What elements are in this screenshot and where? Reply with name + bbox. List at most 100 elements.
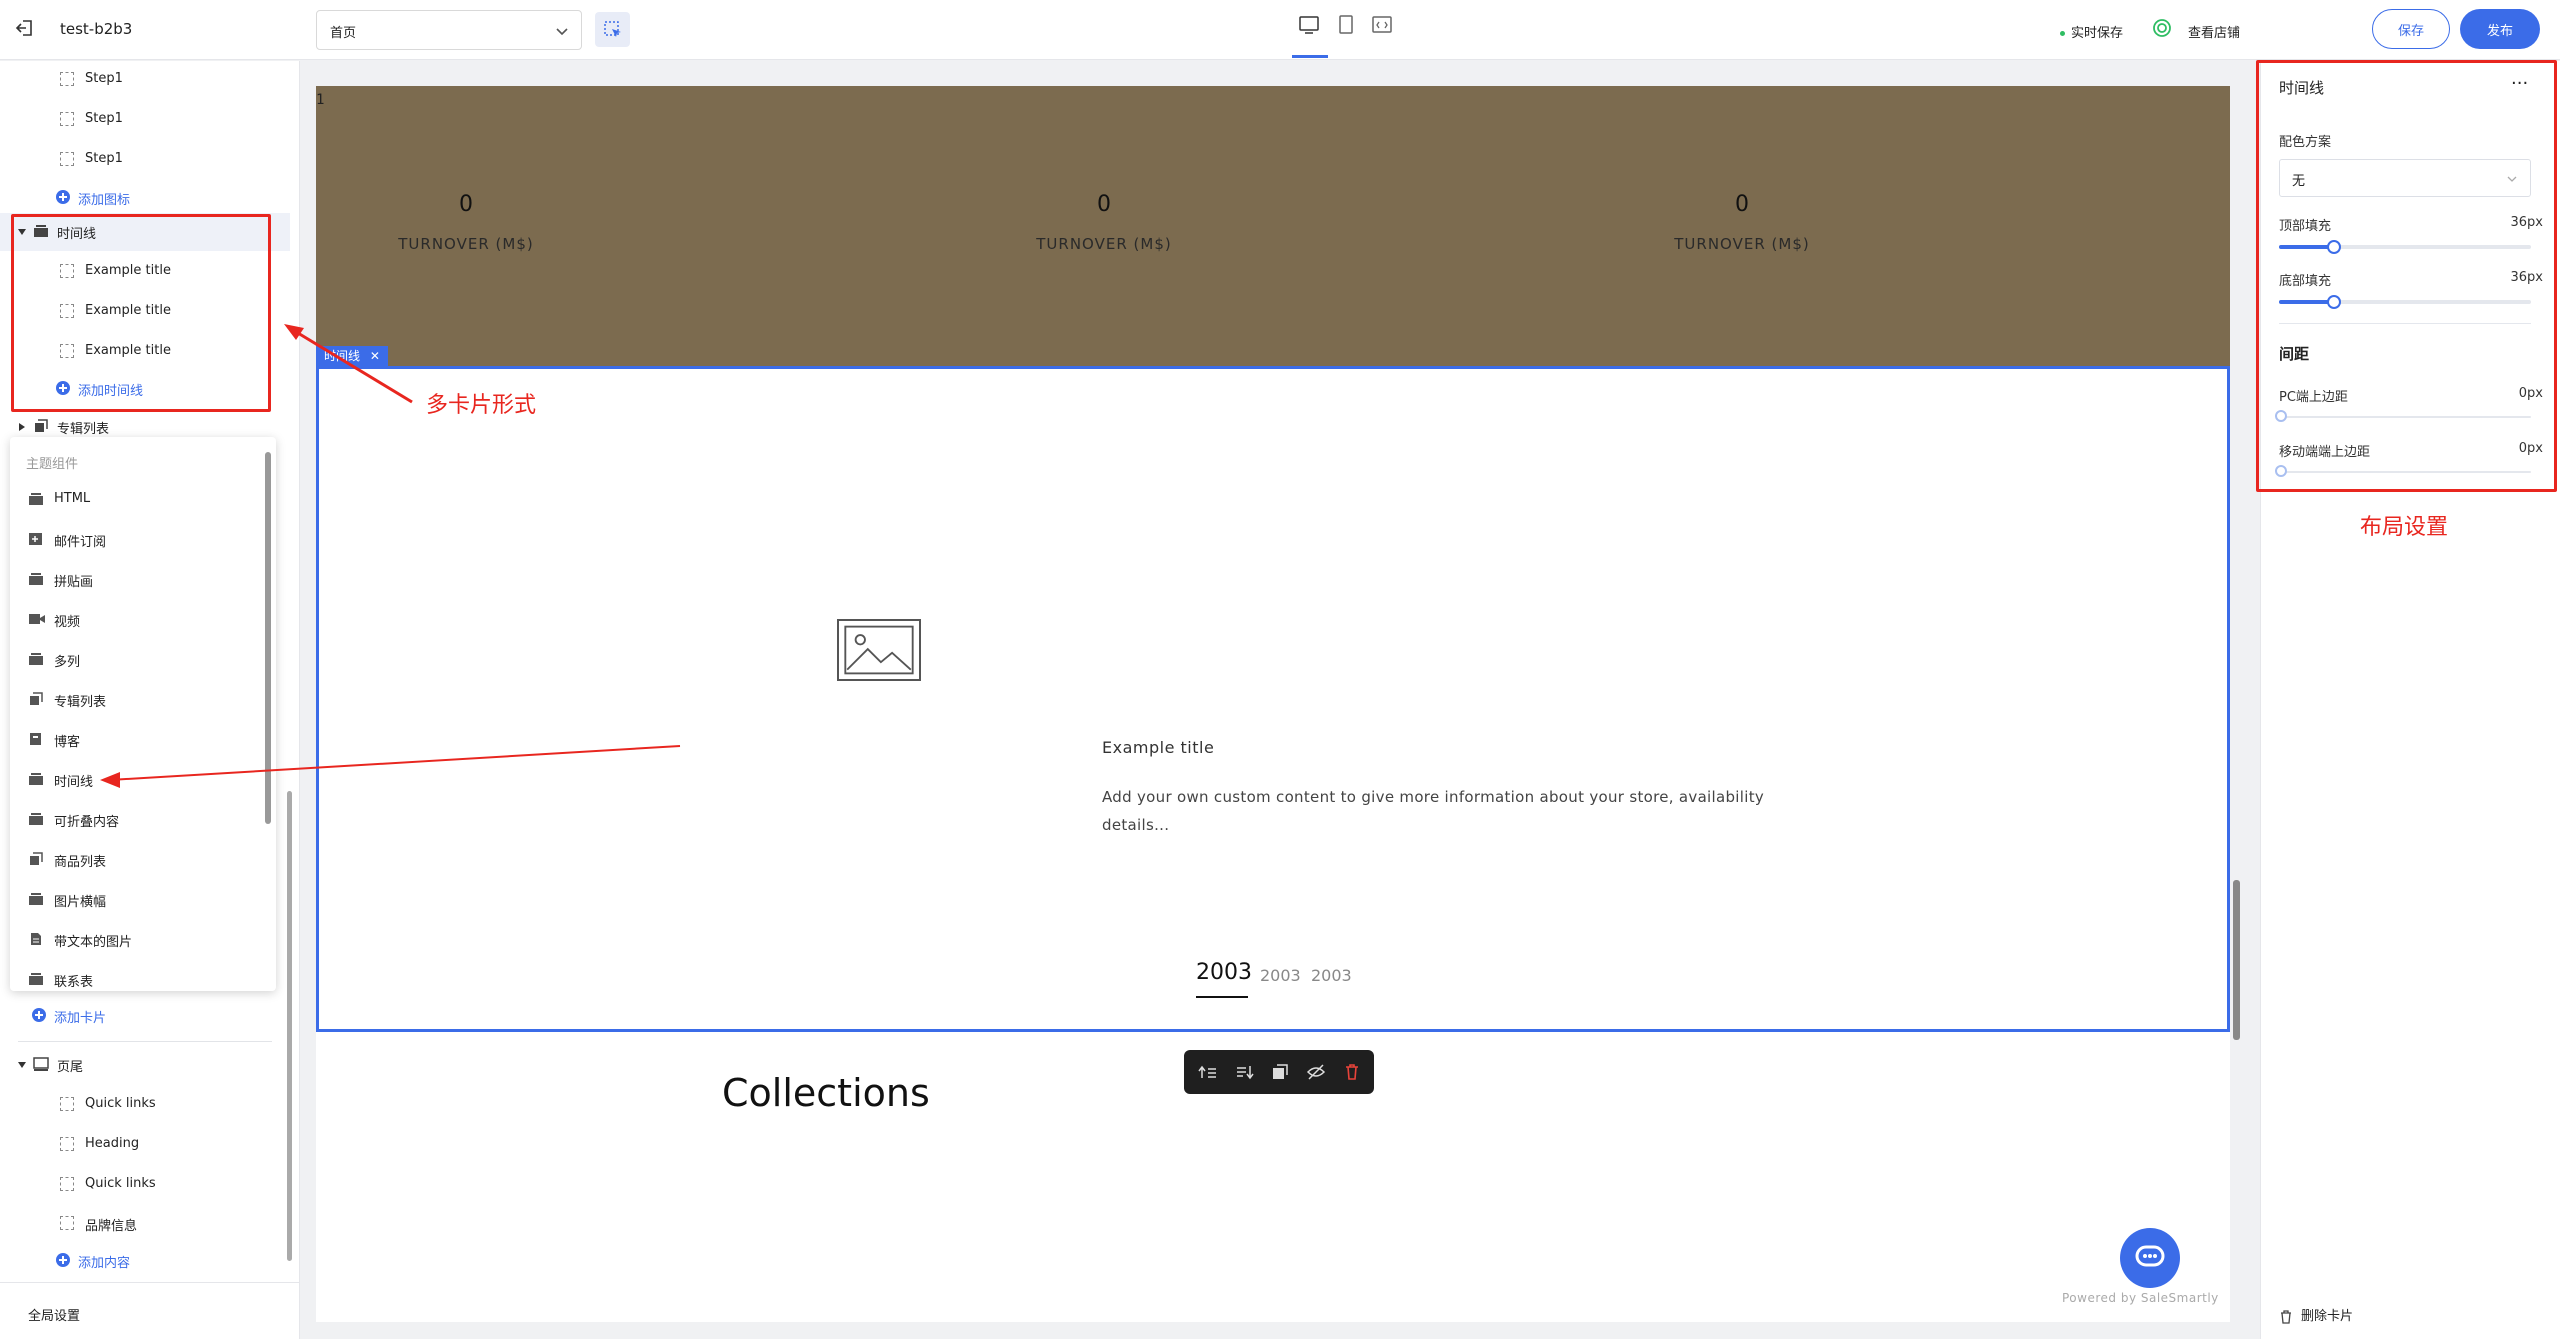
add-content-link[interactable]: 添加内容 [0,1242,290,1280]
plus-icon [56,1253,70,1267]
component-item[interactable]: 视频 [10,599,260,639]
add-card-link[interactable]: 添加卡片 [0,997,290,1035]
component-label: 图片横幅 [54,895,107,910]
component-item[interactable]: 多列 [10,639,260,679]
component-item[interactable]: 图片横幅 [10,879,260,919]
publish-button[interactable]: 发布 [2460,9,2540,49]
component-item[interactable]: 专辑列表 [10,679,260,719]
component-label: 带文本的图片 [54,935,133,950]
annotation-label-layout-settings: 布局设置 [2360,515,2449,540]
section-icon [29,973,43,985]
hide-icon[interactable] [1306,1062,1326,1082]
component-label: 拼贴画 [54,575,94,590]
timeline-year[interactable]: 2003 [1311,966,1352,985]
component-label: 视频 [54,615,81,630]
newsletter-icon [29,533,42,545]
component-item[interactable]: 博客 [10,719,260,759]
add-icon-label: 添加图标 [78,193,131,208]
tree-item-step[interactable]: Step1 [0,101,290,139]
stat-caption: TURNOVER (M$) [398,235,534,253]
status-dot [2060,31,2065,36]
tree-section-label: 专辑列表 [57,422,110,437]
selected-section-tag[interactable]: 时间线 ✕ [316,346,388,366]
page-select-value: 首页 [330,26,357,41]
block-icon [60,1216,74,1230]
add-icon-link[interactable]: 添加图标 [0,179,290,217]
tree-item-label: Heading [85,1136,140,1151]
tree-item-footer-block[interactable]: 品牌信息 [0,1205,290,1243]
component-label: 可折叠内容 [54,815,120,830]
tree-item-footer-block[interactable]: Quick links [0,1086,290,1124]
tree-item-step[interactable]: Step1 [0,61,290,99]
powered-by-text: Powered by SaleSmartly [2062,1291,2219,1305]
collection-icon [35,419,48,432]
global-settings-label: 全局设置 [28,1309,81,1324]
component-item[interactable]: 商品列表 [10,839,260,879]
close-icon[interactable]: ✕ [370,349,380,363]
tree-section-label: 页尾 [57,1060,84,1075]
chat-widget-button[interactable] [2120,1228,2180,1288]
view-store-link[interactable]: 查看店铺 [2188,22,2240,41]
component-label: 商品列表 [54,855,107,870]
stats-section[interactable]: 1 0 TURNOVER (M$) 0 TURNOVER (M$) 0 TURN… [316,86,2230,366]
timeline-year-active[interactable]: 2003 [1196,960,1252,985]
tree-section-footer[interactable]: 页尾 [0,1046,290,1084]
exit-icon[interactable] [14,17,36,39]
desktop-view-icon[interactable] [1298,14,1320,36]
annotation-box-timeline [11,214,271,412]
move-up-icon[interactable] [1198,1062,1218,1082]
add-card-label: 添加卡片 [54,1011,107,1026]
delete-card-button[interactable]: 删除卡片 [2279,1305,2353,1324]
component-label: 时间线 [54,775,94,790]
active-year-underline [1196,996,1248,998]
component-label: HTML [54,491,91,506]
page-select[interactable]: 首页 [316,10,582,50]
tree-item-label: Step1 [85,71,123,86]
section-floating-toolbar [1184,1050,1374,1094]
delete-card-label: 删除卡片 [2301,1309,2354,1324]
tablet-view-icon[interactable] [1335,14,1357,36]
delete-icon[interactable] [1342,1062,1362,1082]
top-bar: test-b2b3 首页 实时保存 查看店铺 保存 发布 [0,0,2560,60]
component-item[interactable]: 可折叠内容 [10,799,260,839]
divider [18,1041,272,1042]
tree-item-label: Step1 [85,111,123,126]
global-settings-button[interactable]: 全局设置 [0,1282,299,1339]
duplicate-icon[interactable] [1270,1062,1290,1082]
component-item[interactable]: 邮件订阅 [10,519,260,559]
trash-icon [2281,1309,2291,1324]
tree-item-label: 品牌信息 [85,1219,138,1234]
tree-item-footer-block[interactable]: Heading [0,1126,290,1164]
component-label: 联系表 [54,975,94,990]
store-name: test-b2b3 [60,20,133,38]
collections-heading: Collections [722,1071,930,1115]
caret-down-icon[interactable] [18,1062,26,1068]
select-cursor-icon [604,21,621,37]
tree-item-step[interactable]: Step1 [0,141,290,179]
component-item[interactable]: 拼贴画 [10,559,260,599]
element-picker-button[interactable] [595,12,630,47]
stat-number: 0 [459,192,473,217]
section-index: 1 [316,92,325,108]
component-item-timeline[interactable]: 时间线 [10,759,260,799]
save-button[interactable]: 保存 [2372,9,2450,49]
section-icon [29,493,43,505]
popup-scrollbar[interactable] [265,452,271,824]
annotation-box-layout [2256,60,2557,492]
sidebar-scrollbar[interactable] [287,791,292,1261]
store-icon[interactable] [2152,18,2172,38]
code-view-icon[interactable] [1371,14,1393,36]
image-placeholder-icon [837,619,921,681]
component-item[interactable]: 联系表 [10,959,260,999]
component-item[interactable]: HTML [10,479,260,519]
timeline-section[interactable] [316,366,2230,1032]
canvas-scrollbar[interactable] [2233,880,2240,1040]
caret-right-icon[interactable] [19,423,25,431]
component-item[interactable]: 带文本的图片 [10,919,260,959]
block-icon [60,72,74,86]
tree-item-footer-block[interactable]: Quick links [0,1166,290,1204]
collection-icon [30,852,43,865]
timeline-year[interactable]: 2003 [1260,966,1301,985]
section-icon [29,773,43,785]
move-down-icon[interactable] [1234,1062,1254,1082]
